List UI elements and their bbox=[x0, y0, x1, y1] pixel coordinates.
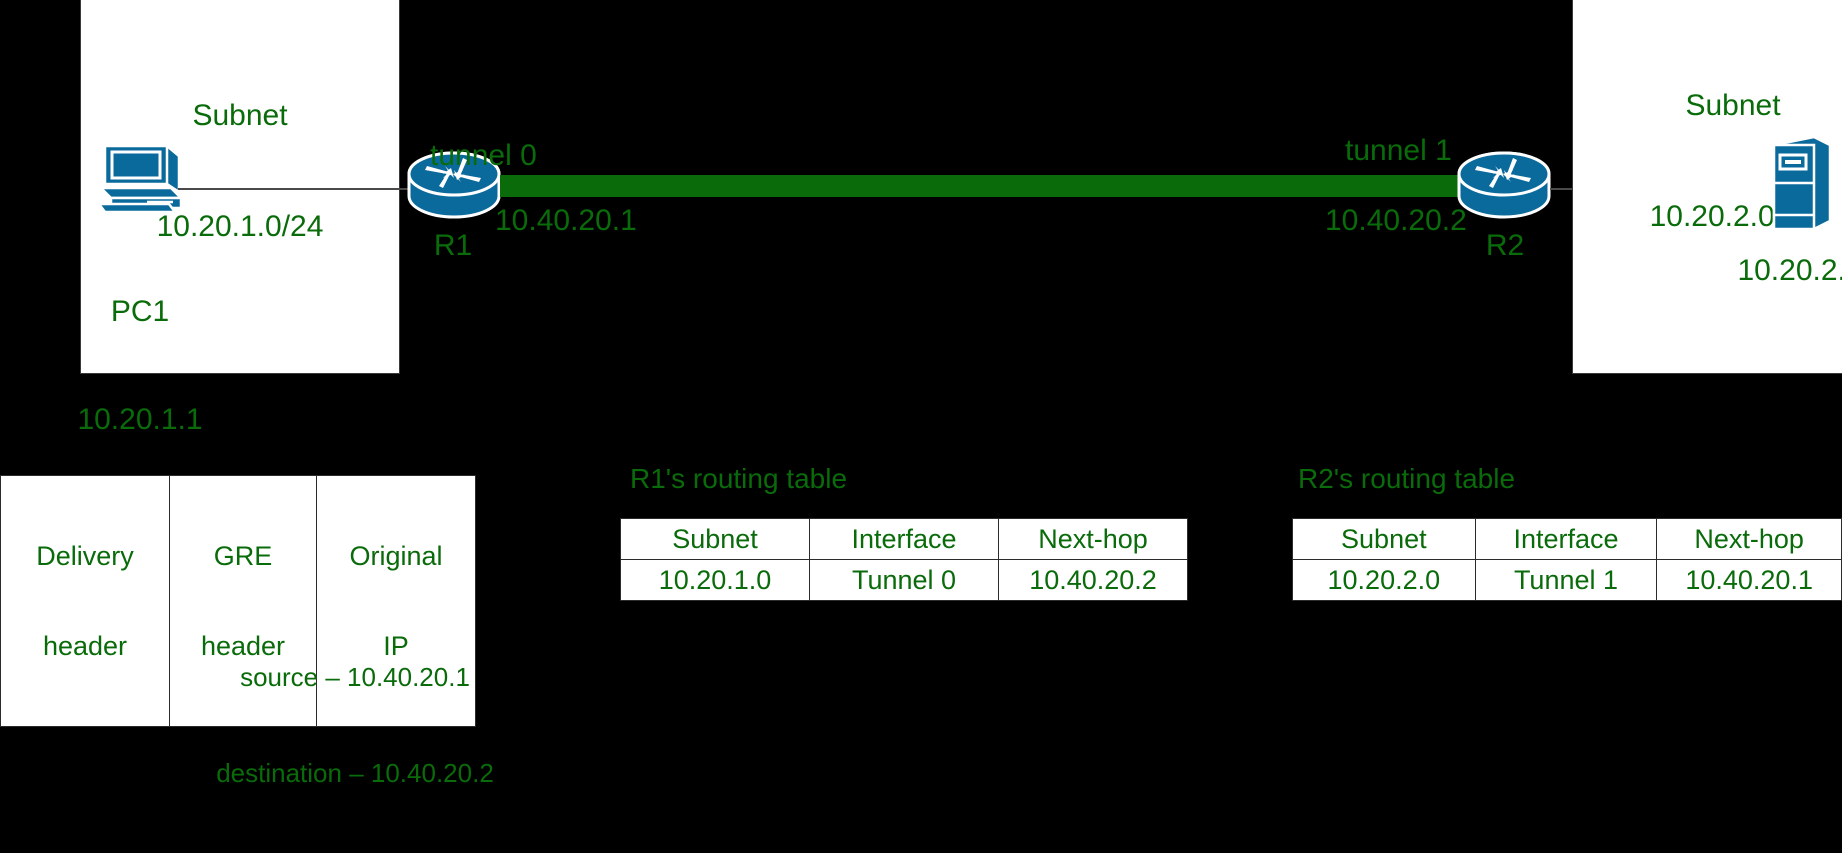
r2-cell-next-hop: 10.40.20.1 bbox=[1656, 559, 1842, 601]
packet-destination-line: destination – 10.40.20.2 bbox=[216, 758, 494, 788]
router-r2-icon bbox=[1455, 150, 1553, 222]
server-icon bbox=[1768, 133, 1834, 235]
left-subnet-title-line1: Subnet bbox=[192, 99, 288, 132]
r2-header-subnet: Subnet bbox=[1292, 518, 1476, 560]
packet-source-line: source – 10.40.20.1 bbox=[240, 662, 470, 692]
tunnel0-ip-label: 10.40.20.1 bbox=[495, 204, 637, 237]
router-r1-label: R1 bbox=[433, 229, 473, 262]
packet-cell-delivery-line1: Delivery bbox=[36, 541, 134, 571]
r1-header-subnet: Subnet bbox=[620, 518, 810, 560]
pc-icon bbox=[95, 142, 185, 220]
r1-table-header-row: Subnet Interface Next-hop bbox=[620, 518, 1188, 560]
r2-routing-table: Subnet Interface Next-hop 10.20.2.0 Tunn… bbox=[1292, 518, 1842, 601]
right-subnet-title-line1: Subnet bbox=[1685, 89, 1781, 122]
r1-header-next-hop: Next-hop bbox=[998, 518, 1188, 560]
tunnel0-interface-label: tunnel 0 bbox=[430, 139, 537, 172]
r1-cell-subnet: 10.20.1.0 bbox=[620, 559, 810, 601]
r2-cell-interface: Tunnel 1 bbox=[1474, 559, 1658, 601]
r1-table-row: 10.20.1.0 Tunnel 0 10.40.20.2 bbox=[620, 559, 1188, 601]
r2-cell-subnet: 10.20.2.0 bbox=[1292, 559, 1476, 601]
r1-cell-interface: Tunnel 0 bbox=[809, 559, 999, 601]
pc-name-label: PC1 bbox=[110, 295, 170, 328]
r1-cell-next-hop: 10.40.20.2 bbox=[998, 559, 1188, 601]
packet-source-destination-note: source – 10.40.20.1 destination – 10.40.… bbox=[150, 597, 560, 853]
r2-table-header-row: Subnet Interface Next-hop bbox=[1292, 518, 1842, 560]
pc-ip-label: 10.20.1.1 bbox=[77, 403, 203, 436]
packet-cell-gre-line1: GRE bbox=[213, 541, 273, 571]
r1-header-interface: Interface bbox=[809, 518, 999, 560]
packet-cell-original-line1: Original bbox=[349, 541, 443, 571]
pc-label-block: PC1 10.20.1.1 bbox=[40, 222, 240, 510]
r2-header-next-hop: Next-hop bbox=[1656, 518, 1842, 560]
r2-routing-table-caption: R2's routing table bbox=[1298, 463, 1516, 494]
r1-routing-table-caption: R1's routing table bbox=[630, 463, 848, 494]
r2-table-row: 10.20.2.0 Tunnel 1 10.40.20.1 bbox=[1292, 559, 1842, 601]
packet-cell-delivery-header: Delivery header bbox=[0, 475, 170, 727]
r2-header-interface: Interface bbox=[1474, 518, 1658, 560]
router-r2-label: R2 bbox=[1485, 229, 1525, 262]
pc-to-r1-link bbox=[178, 188, 410, 190]
gre-tunnel-line bbox=[500, 175, 1460, 197]
diagram-canvas: Subnet 10.20.1.0/24 PC1 10.20.1.1 R1 tun… bbox=[0, 0, 1842, 788]
server-ip-label: 10.20.2.2 bbox=[1737, 254, 1842, 287]
r1-routing-table: Subnet Interface Next-hop 10.20.1.0 Tunn… bbox=[620, 518, 1188, 601]
packet-cell-delivery-line2: header bbox=[42, 631, 128, 661]
